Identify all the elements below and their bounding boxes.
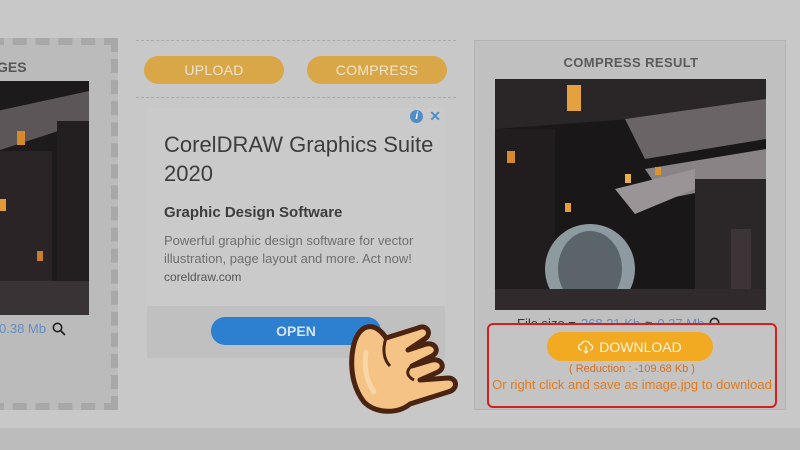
compress-button[interactable]: COMPRESS: [307, 56, 447, 84]
action-toolbar: UPLOAD COMPRESS: [136, 40, 456, 98]
original-image-thumbnail[interactable]: [0, 81, 89, 315]
result-panel-title: COMPRESS RESULT: [563, 55, 699, 70]
cloud-download-icon: [578, 340, 594, 354]
original-size-value: 0.38 Mb: [0, 321, 46, 336]
download-button[interactable]: DOWNLOAD: [547, 332, 713, 361]
zoom-icon[interactable]: [52, 322, 66, 336]
upload-button[interactable]: UPLOAD: [144, 56, 284, 84]
page-footer-strip: [0, 428, 800, 450]
compressed-image-preview[interactable]: [495, 79, 766, 310]
download-highlight-box: DOWNLOAD ( Reduction : -109.68 Kb ) Or r…: [487, 323, 777, 408]
ad-title[interactable]: CorelDRAW Graphics Suite 2020: [164, 130, 434, 188]
download-label: DOWNLOAD: [599, 338, 682, 355]
pointing-hand-icon: [349, 324, 458, 414]
ad-controls: i ✕: [410, 109, 441, 123]
original-panel-title: GES: [0, 59, 27, 75]
ad-domain[interactable]: coreldraw.com: [164, 270, 241, 284]
ad-description: Powerful graphic design software for vec…: [164, 233, 414, 266]
original-file-size: 0.38 Mb: [0, 321, 66, 336]
reduction-text: ( Reduction : -109.68 Kb ): [569, 363, 695, 375]
ad-subtitle: Graphic Design Software: [164, 204, 343, 221]
original-image-panel: GES 0.38 Mb: [0, 38, 118, 410]
ad-info-icon[interactable]: i: [410, 110, 424, 123]
ad-close-icon[interactable]: ✕: [429, 109, 441, 123]
download-hint: Or right click and save as image.jpg to …: [492, 377, 772, 392]
ad-content: i ✕ CorelDRAW Graphics Suite 2020 Graphi…: [147, 108, 445, 306]
